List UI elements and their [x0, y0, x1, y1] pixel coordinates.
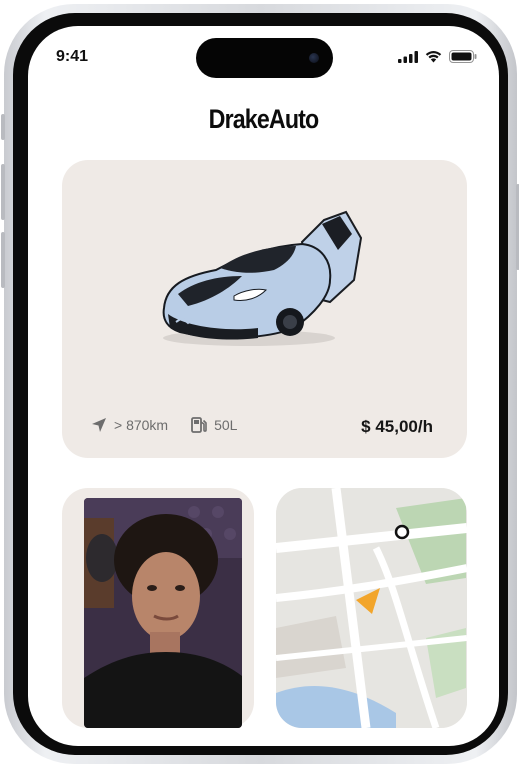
volume-up-button	[1, 164, 5, 220]
battery-icon	[449, 50, 477, 63]
range-value: > 870km	[114, 417, 169, 433]
map-card[interactable]	[276, 488, 467, 728]
status-icons	[398, 50, 477, 63]
price-per-hour: $ 45,00/h	[361, 417, 433, 436]
navigation-arrow-icon	[92, 418, 106, 432]
dynamic-island	[196, 38, 333, 78]
volume-down-button	[1, 232, 5, 288]
driver-card[interactable]	[62, 488, 254, 728]
fuel-pump-icon	[191, 417, 207, 433]
fuel-value: 50L	[214, 417, 238, 433]
car-image	[162, 210, 363, 346]
car-card[interactable]: > 870km 50L $ 45,00/h	[62, 160, 467, 458]
status-time: 9:41	[56, 48, 89, 65]
driver-photo	[84, 498, 242, 728]
app-screen: 9:41 DrakeAuto > 870km 50L $ 45,00/h	[28, 26, 499, 746]
signal-icon	[398, 50, 418, 63]
wifi-icon	[425, 51, 442, 63]
map-view[interactable]	[276, 488, 467, 728]
destination-marker-icon	[394, 524, 410, 540]
car-specs: > 870km 50L	[90, 416, 259, 434]
range-spec: > 870km	[90, 416, 168, 434]
app-title: DrakeAuto	[208, 104, 320, 134]
action-button	[1, 114, 5, 140]
phone-frame: 9:41 DrakeAuto > 870km 50L $ 45,00/h	[1, 4, 519, 764]
fuel-spec: 50L	[190, 416, 237, 434]
